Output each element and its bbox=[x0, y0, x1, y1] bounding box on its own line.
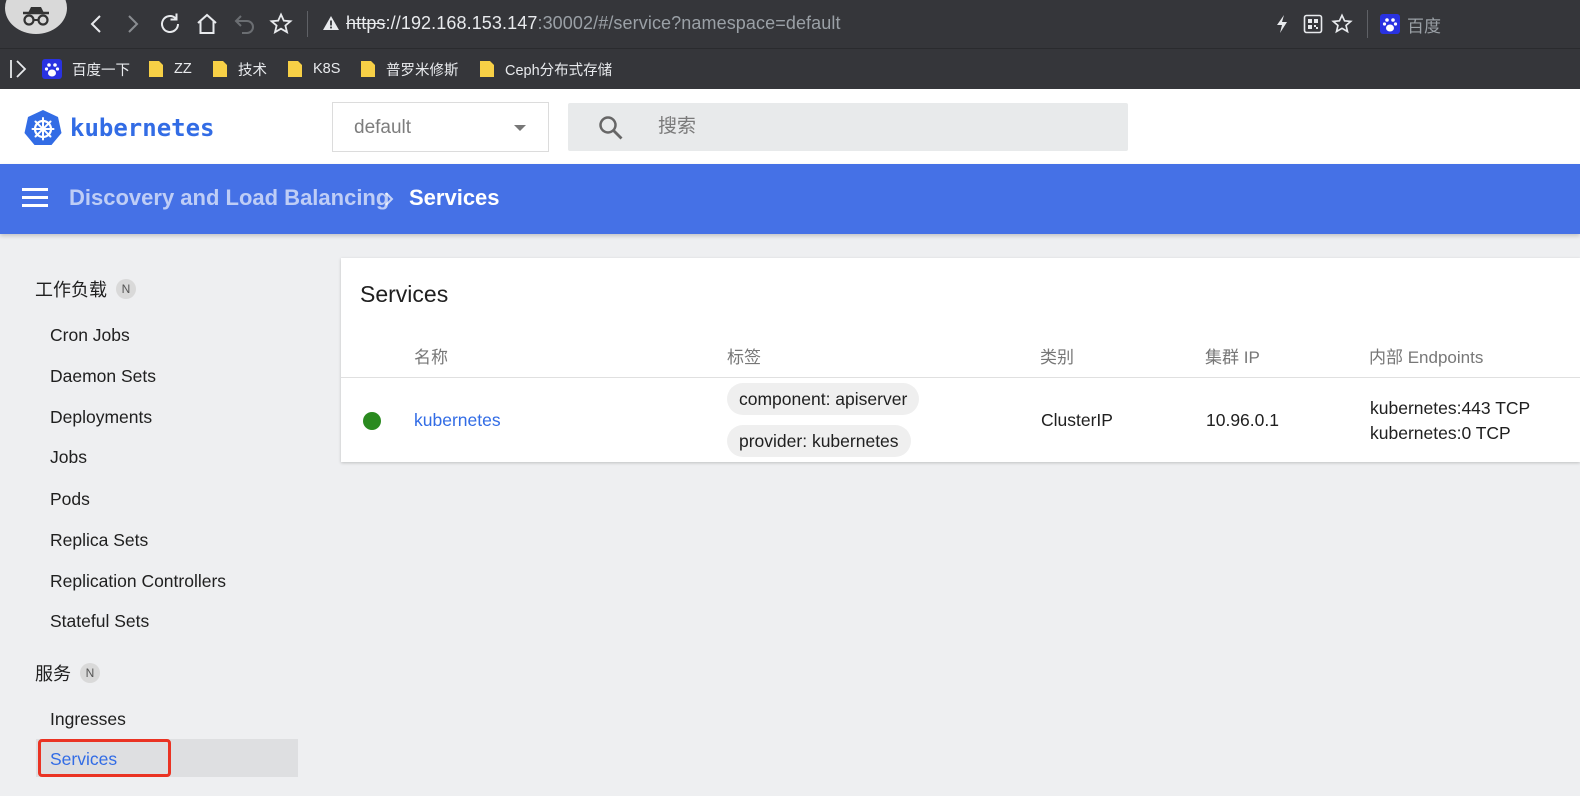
chevron-left-icon bbox=[90, 15, 101, 33]
star-icon bbox=[1331, 13, 1353, 34]
qr-code-icon bbox=[1303, 14, 1323, 34]
url-host: ://192.168.153.147 bbox=[385, 13, 538, 33]
search-icon bbox=[599, 116, 623, 140]
bookmark-label: 技术 bbox=[238, 62, 267, 79]
sidebar-item-stateful-sets[interactable]: Stateful Sets bbox=[50, 611, 149, 632]
bookmark-folder-ceph[interactable]: Ceph分布式存储 bbox=[479, 58, 612, 80]
dropdown-caret-icon bbox=[514, 125, 526, 131]
folder-icon bbox=[360, 60, 376, 78]
sidebar-item-cron-jobs[interactable]: Cron Jobs bbox=[50, 325, 130, 346]
address-bar[interactable]: https://192.168.153.147:30002/#/service?… bbox=[346, 12, 841, 34]
section-title: 工作负载 bbox=[35, 280, 107, 300]
folder-icon bbox=[479, 60, 495, 78]
service-cluster-ip: 10.96.0.1 bbox=[1206, 410, 1279, 430]
card-title: Services bbox=[360, 281, 449, 307]
kubernetes-helm-icon bbox=[24, 110, 62, 145]
not-secure-warning-icon[interactable] bbox=[322, 15, 340, 31]
folder-icon bbox=[287, 60, 303, 78]
app-header: kubernetes default bbox=[0, 89, 1580, 164]
endpoint-entry: kubernetes:443 TCP bbox=[1370, 398, 1531, 418]
namespaced-badge: N bbox=[80, 663, 100, 683]
sidebar-item-replica-sets[interactable]: Replica Sets bbox=[50, 530, 148, 551]
kubernetes-logo[interactable]: kubernetes bbox=[24, 109, 215, 146]
incognito-profile-icon[interactable] bbox=[5, 0, 67, 34]
bookmark-label: 普罗米修斯 bbox=[386, 62, 459, 79]
table-divider bbox=[341, 377, 1580, 378]
service-name-link[interactable]: kubernetes bbox=[414, 410, 501, 431]
hamburger-menu-icon[interactable] bbox=[22, 188, 48, 210]
sidebar-nav: 工作负载 N Cron Jobs Daemon Sets Deployments… bbox=[0, 234, 320, 796]
bookmark-label: K8S bbox=[313, 61, 341, 77]
search-engine-label[interactable]: 百度 bbox=[1407, 12, 1441, 37]
star-icon bbox=[269, 12, 293, 35]
forward-button[interactable] bbox=[119, 10, 147, 38]
column-header-endpoints: 内部 Endpoints bbox=[1369, 348, 1484, 367]
bookmark-label: Ceph分布式存储 bbox=[505, 62, 613, 79]
url-scheme: https bbox=[346, 13, 386, 33]
column-header-cluster-ip: 集群 IP bbox=[1205, 348, 1260, 367]
bookmark-folder-k8s[interactable]: K8S bbox=[287, 58, 340, 80]
baidu-search-engine-icon[interactable] bbox=[1378, 12, 1402, 36]
services-card: Services 名称 标签 类别 集群 IP 内部 Endpoints kub… bbox=[341, 258, 1580, 462]
column-header-labels: 标签 bbox=[727, 348, 761, 367]
sidebar-item-ingresses[interactable]: Ingresses bbox=[50, 709, 126, 730]
namespace-select[interactable]: default bbox=[332, 102, 549, 152]
reload-button[interactable] bbox=[156, 10, 184, 38]
address-separator bbox=[307, 11, 308, 37]
undo-icon bbox=[234, 15, 254, 34]
chevron-right-icon bbox=[385, 192, 394, 206]
reload-icon bbox=[161, 13, 179, 33]
folder-icon bbox=[212, 60, 228, 78]
url-path: :30002/#/service?namespace=default bbox=[537, 13, 841, 33]
breadcrumb-current: Services bbox=[409, 185, 500, 210]
bookmark-baidu[interactable]: 百度一下 bbox=[42, 58, 130, 80]
section-title: 服务 bbox=[35, 664, 71, 684]
bookmark-star-button[interactable] bbox=[267, 10, 295, 38]
qr-code-button[interactable] bbox=[1301, 12, 1325, 36]
service-type: ClusterIP bbox=[1041, 410, 1113, 430]
sidebar-section-workloads[interactable]: 工作负载 N bbox=[35, 276, 136, 302]
lightning-icon bbox=[1277, 15, 1287, 33]
column-header-type: 类别 bbox=[1040, 348, 1074, 367]
back-button[interactable] bbox=[82, 10, 110, 38]
column-header-name[interactable]: 名称 bbox=[414, 343, 448, 368]
sidebar-item-replication-controllers[interactable]: Replication Controllers bbox=[50, 571, 226, 592]
bookmark-folder-prometheus[interactable]: 普罗米修斯 bbox=[360, 58, 459, 80]
breadcrumb-bar: Discovery and Load Balancing Services bbox=[0, 164, 1580, 234]
sidebar-item-pods[interactable]: Pods bbox=[50, 489, 90, 510]
sidebar-item-jobs[interactable]: Jobs bbox=[50, 447, 87, 468]
search-input[interactable] bbox=[658, 111, 1098, 143]
sidebar-item-daemon-sets[interactable]: Daemon Sets bbox=[50, 366, 156, 387]
bookmark-label: ZZ bbox=[174, 61, 192, 77]
namespaced-badge: N bbox=[116, 279, 136, 299]
bookmarks-bar: 百度一下 ZZ 技术 K8S 普罗米修斯 Ceph分布式存储 bbox=[0, 48, 1580, 89]
label-chip: component: apiserver bbox=[727, 383, 920, 415]
undo-button[interactable] bbox=[231, 10, 259, 38]
status-running-icon bbox=[363, 412, 381, 430]
annotation-highlight-box bbox=[38, 739, 171, 777]
home-button[interactable] bbox=[193, 10, 221, 38]
home-icon bbox=[197, 13, 217, 34]
bookmark-folder-zz[interactable]: ZZ bbox=[148, 58, 192, 80]
sidebar-toggle-icon[interactable] bbox=[9, 58, 29, 80]
logo-text: kubernetes bbox=[70, 113, 215, 142]
baidu-icon bbox=[42, 59, 62, 79]
toolbar-separator bbox=[1367, 10, 1368, 38]
lightning-button[interactable] bbox=[1270, 12, 1294, 36]
bookmark-label: 百度一下 bbox=[72, 62, 130, 79]
bookmark-folder-tech[interactable]: 技术 bbox=[212, 58, 267, 80]
namespace-value: default bbox=[354, 117, 412, 138]
sidebar-item-deployments[interactable]: Deployments bbox=[50, 407, 152, 428]
endpoint-entry: kubernetes:0 TCP bbox=[1370, 423, 1511, 443]
browser-toolbar: https://192.168.153.147:30002/#/service?… bbox=[0, 0, 1580, 48]
search-box bbox=[568, 103, 1128, 151]
folder-icon bbox=[148, 60, 164, 78]
breadcrumb-parent-link[interactable]: Discovery and Load Balancing bbox=[69, 185, 389, 211]
label-chip: provider: kubernetes bbox=[727, 425, 911, 457]
sidebar-section-services[interactable]: 服务 N bbox=[35, 660, 100, 686]
chevron-right-icon bbox=[128, 15, 139, 33]
favorites-button[interactable] bbox=[1330, 12, 1354, 36]
